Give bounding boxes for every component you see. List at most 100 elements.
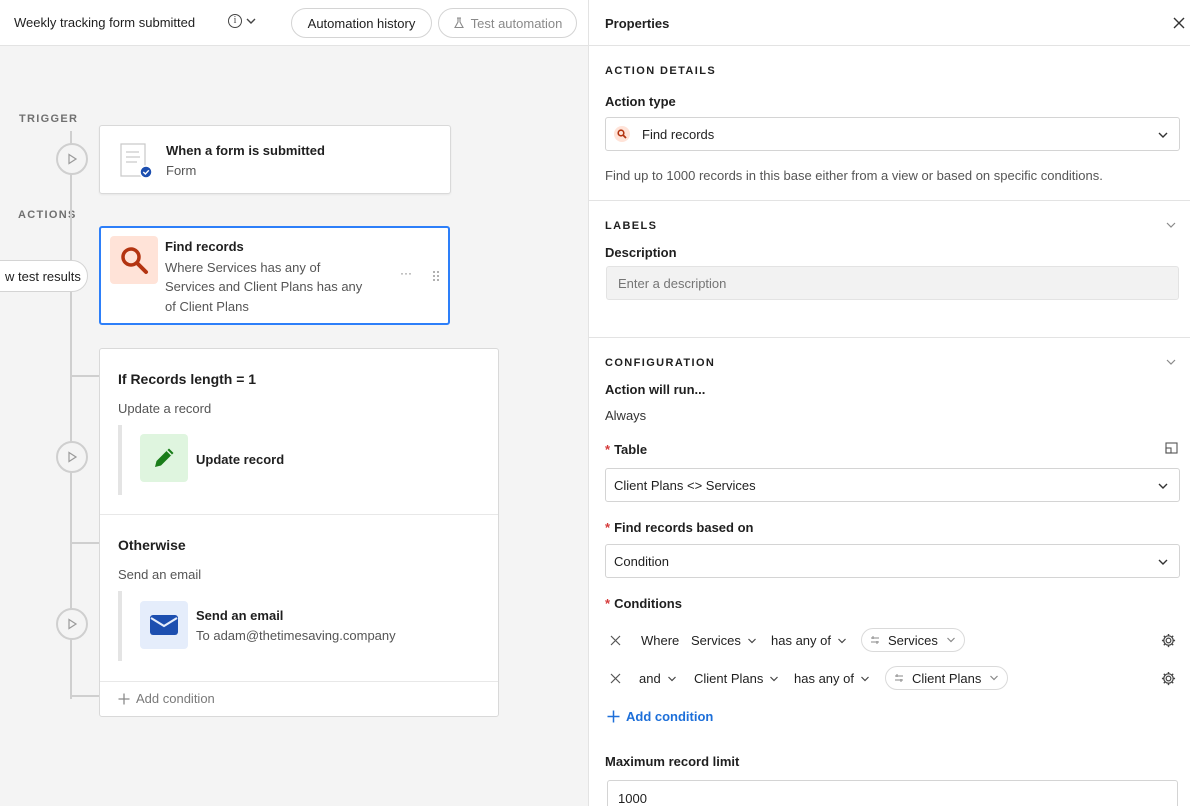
branch-separator bbox=[100, 681, 498, 682]
trigger-subtitle: Form bbox=[166, 163, 197, 178]
chevron-down-icon[interactable] bbox=[246, 14, 256, 28]
more-options-icon[interactable]: ··· bbox=[400, 266, 412, 280]
chevron-down-icon bbox=[946, 637, 955, 643]
chevron-down-icon bbox=[838, 638, 846, 643]
gear-icon[interactable] bbox=[1161, 671, 1176, 686]
table-select[interactable]: Client Plans <> Services bbox=[605, 468, 1180, 502]
gear-icon[interactable] bbox=[1161, 633, 1176, 648]
chevron-down-icon bbox=[1158, 559, 1168, 565]
formula-field-icon bbox=[871, 636, 879, 644]
flow-branch-line bbox=[70, 542, 100, 544]
play-icon bbox=[68, 153, 78, 165]
find-records-line-1: Where Services has any of bbox=[165, 260, 321, 275]
close-icon[interactable] bbox=[1172, 16, 1186, 30]
description-input[interactable] bbox=[606, 266, 1179, 300]
chevron-down-icon bbox=[770, 676, 779, 681]
find-records-title: Find records bbox=[165, 239, 244, 254]
if-condition-heading[interactable]: If Records length = 1 bbox=[118, 371, 256, 387]
condition-conjunction-select[interactable]: and bbox=[639, 671, 677, 686]
remove-condition-icon[interactable] bbox=[610, 635, 621, 646]
trigger-section-label: TRIGGER bbox=[19, 113, 79, 125]
chevron-down-icon[interactable] bbox=[1165, 219, 1177, 231]
branch-separator bbox=[100, 514, 498, 515]
chevron-down-icon bbox=[1158, 483, 1168, 489]
condition-field-select[interactable]: Services bbox=[691, 633, 757, 648]
max-limit-label: Maximum record limit bbox=[605, 754, 740, 769]
add-condition-label: Add condition bbox=[626, 709, 714, 724]
chevron-down-icon bbox=[861, 676, 869, 681]
conditions-label: * Conditions bbox=[605, 596, 682, 611]
update-record-title[interactable]: Update record bbox=[196, 452, 284, 467]
condition-conjunction: Where bbox=[641, 633, 680, 648]
update-record-icon-box bbox=[140, 434, 188, 482]
search-icon bbox=[121, 247, 148, 274]
section-divider bbox=[589, 337, 1190, 338]
view-test-results-button[interactable]: w test results bbox=[0, 260, 88, 292]
send-email-icon-box bbox=[140, 601, 188, 649]
info-icon[interactable]: i bbox=[228, 14, 242, 28]
chevron-down-icon[interactable] bbox=[1165, 356, 1177, 368]
form-document-icon bbox=[120, 143, 153, 179]
description-label: Description bbox=[605, 245, 677, 260]
based-on-value: Condition bbox=[614, 553, 669, 569]
automation-topbar: Weekly tracking form submitted i Automat… bbox=[0, 0, 588, 46]
will-run-label: Action will run... bbox=[605, 382, 706, 397]
otherwise-heading[interactable]: Otherwise bbox=[118, 537, 186, 553]
branch-indicator bbox=[118, 591, 122, 661]
add-condition-label: Add condition bbox=[136, 691, 215, 706]
action-type-select[interactable]: Find records bbox=[605, 117, 1180, 151]
find-records-card[interactable]: Find records Where Services has any of S… bbox=[99, 226, 450, 325]
table-label: * Table bbox=[605, 442, 648, 457]
test-automation-button[interactable]: Test automation bbox=[438, 8, 577, 38]
flow-branch-line bbox=[70, 695, 100, 697]
trigger-title: When a form is submitted bbox=[166, 143, 325, 158]
configuration-heading: CONFIGURATION bbox=[605, 357, 716, 369]
chevron-down-icon bbox=[990, 675, 999, 681]
condition-value-token[interactable]: Services bbox=[861, 628, 965, 652]
otherwise-subtitle: Send an email bbox=[118, 567, 202, 582]
plus-icon bbox=[607, 710, 620, 723]
run-trigger-button[interactable] bbox=[56, 143, 88, 175]
find-records-line-3: of Client Plans bbox=[165, 299, 249, 314]
based-on-select[interactable]: Condition bbox=[605, 544, 1180, 578]
test-automation-label: Test automation bbox=[470, 15, 563, 31]
pencil-icon bbox=[155, 448, 174, 467]
send-email-title[interactable]: Send an email bbox=[196, 608, 283, 623]
send-email-recipient: To adam@thetimesaving.company bbox=[196, 628, 396, 643]
trigger-card[interactable]: When a form is submitted Form bbox=[99, 125, 451, 194]
flask-icon bbox=[453, 17, 464, 29]
condition-field-select[interactable]: Client Plans bbox=[694, 671, 779, 686]
formula-field-icon bbox=[895, 674, 903, 682]
add-branch-condition-button[interactable]: Add condition bbox=[118, 691, 215, 706]
will-run-value: Always bbox=[605, 408, 647, 423]
properties-panel: Properties ACTION DETAILS Action type Fi… bbox=[588, 0, 1190, 806]
drag-handle-icon[interactable] bbox=[432, 270, 440, 282]
automation-title[interactable]: Weekly tracking form submitted bbox=[14, 15, 195, 30]
chevron-down-icon bbox=[747, 638, 756, 643]
automation-canvas: TRIGGER ACTIONS w test results When a fo… bbox=[0, 46, 588, 806]
expand-table-icon[interactable] bbox=[1165, 442, 1178, 454]
play-icon bbox=[68, 618, 78, 630]
automation-history-button[interactable]: Automation history bbox=[291, 8, 432, 38]
action-type-value: Find records bbox=[642, 126, 715, 142]
run-otherwise-branch-button[interactable] bbox=[56, 608, 88, 640]
plus-icon bbox=[118, 693, 130, 704]
condition-value-token[interactable]: Client Plans bbox=[885, 666, 1009, 690]
condition-row: Where Services has any of Services bbox=[605, 627, 1185, 655]
condition-operator-select[interactable]: has any of bbox=[771, 633, 847, 648]
find-records-icon-box bbox=[110, 236, 158, 284]
search-icon bbox=[614, 126, 630, 142]
max-limit-input[interactable] bbox=[607, 780, 1178, 806]
flow-branch-line bbox=[70, 375, 100, 377]
condition-operator-select[interactable]: has any of bbox=[794, 671, 870, 686]
find-records-line-2: Services and Client Plans has any bbox=[165, 279, 363, 294]
properties-header: Properties bbox=[589, 0, 1190, 46]
action-type-help: Find up to 1000 records in this base eit… bbox=[605, 168, 1103, 183]
play-icon bbox=[68, 451, 78, 463]
add-condition-button[interactable]: Add condition bbox=[607, 709, 713, 724]
remove-condition-icon[interactable] bbox=[610, 673, 621, 684]
chevron-down-icon bbox=[667, 676, 676, 681]
based-on-label: * Find records based on bbox=[605, 520, 754, 535]
table-value: Client Plans <> Services bbox=[614, 477, 756, 493]
run-if-branch-button[interactable] bbox=[56, 441, 88, 473]
